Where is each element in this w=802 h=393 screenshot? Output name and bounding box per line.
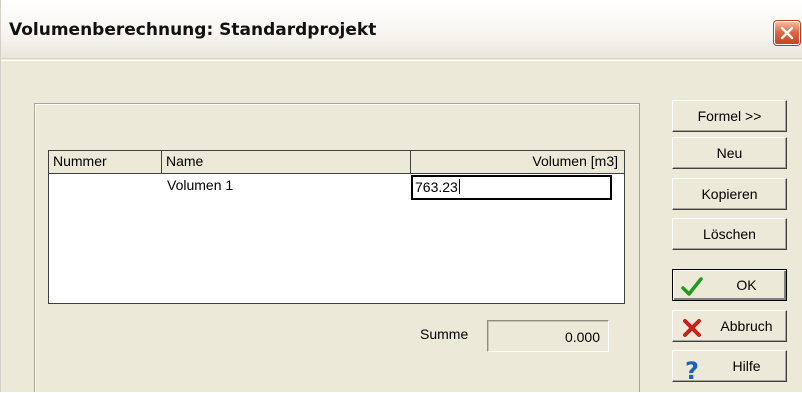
checkmark-icon (681, 276, 703, 298)
sum-label: Summe (420, 326, 469, 342)
window-title: Volumenberechnung: Standardprojekt (9, 20, 377, 40)
volume-table[interactable]: Nummer Name Volumen [m3] Volumen 1 763.2… (48, 150, 625, 304)
cell-volumen-value: 763.23 (415, 179, 458, 195)
title-bar[interactable]: Volumenberechnung: Standardprojekt (1, 0, 802, 59)
sum-field: 0.000 (487, 320, 609, 352)
question-mark-icon: ? (681, 357, 703, 385)
abbruch-label: Abbruch (720, 318, 773, 334)
cell-volumen-editor[interactable]: 763.23 (411, 175, 612, 200)
hilfe-button[interactable]: ? Hilfe (672, 350, 787, 385)
ok-label: OK (736, 277, 757, 293)
text-caret (458, 179, 460, 194)
cross-icon (681, 317, 703, 339)
table-header: Nummer Name Volumen [m3] (49, 151, 624, 174)
svg-text:?: ? (685, 357, 699, 383)
cell-nummer[interactable] (49, 174, 162, 198)
dialog-window: Volumenberechnung: Standardprojekt Numme… (0, 0, 802, 392)
cell-name[interactable]: Volumen 1 (162, 174, 411, 198)
column-header-volumen[interactable]: Volumen [m3] (411, 151, 624, 173)
column-header-name[interactable]: Name (162, 151, 411, 173)
neu-button[interactable]: Neu (672, 137, 787, 169)
column-header-nummer[interactable]: Nummer (49, 151, 162, 173)
ok-button[interactable]: OK (672, 269, 787, 301)
abbruch-button[interactable]: Abbruch (672, 310, 787, 342)
divider (1, 60, 802, 61)
table-row[interactable]: Volumen 1 763.23 (49, 174, 624, 200)
close-button[interactable] (773, 20, 801, 46)
hilfe-label: Hilfe (732, 358, 761, 374)
kopieren-button[interactable]: Kopieren (672, 178, 787, 210)
loeschen-button[interactable]: Löschen (672, 218, 787, 250)
formel-button[interactable]: Formel >> (672, 100, 787, 132)
